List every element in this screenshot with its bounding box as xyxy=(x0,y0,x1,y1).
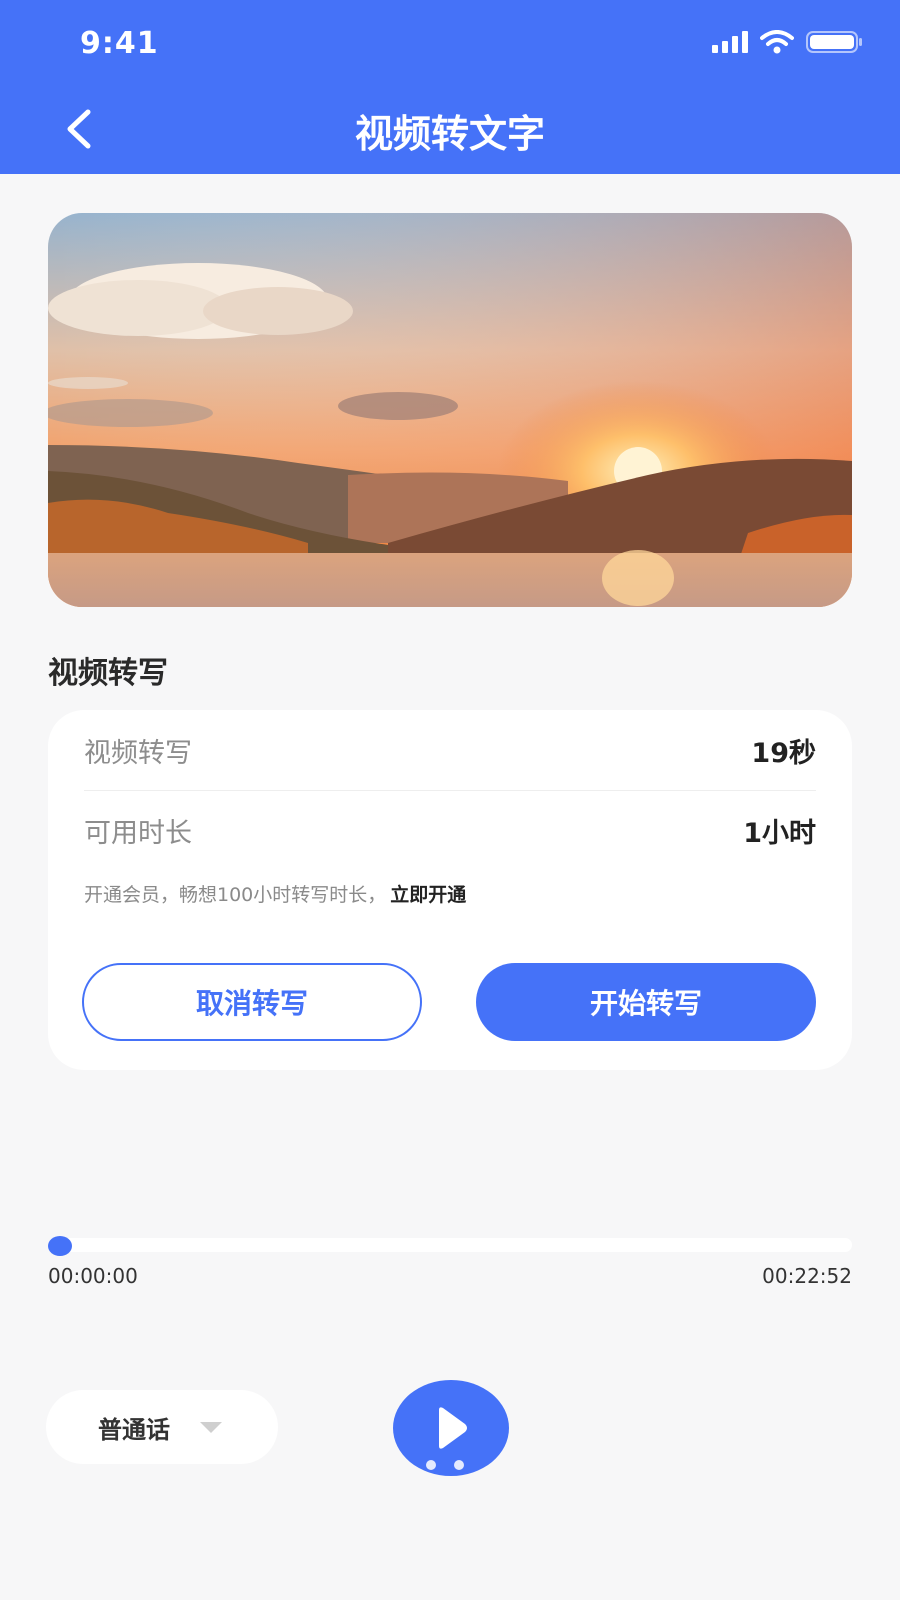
battery-icon xyxy=(806,31,862,53)
promo-text: 开通会员，畅想100小时转写时长， xyxy=(84,884,387,906)
page-title: 视频转文字 xyxy=(354,112,545,156)
page-dot xyxy=(426,1460,436,1470)
wifi-icon xyxy=(760,30,794,54)
available-time-row: 可用时长 1小时 xyxy=(84,790,816,870)
cancel-transcribe-button[interactable]: 取消转写 xyxy=(82,963,422,1041)
start-transcribe-button[interactable]: 开始转写 xyxy=(476,963,816,1041)
page-dot xyxy=(454,1460,464,1470)
status-time: 9:41 xyxy=(80,26,159,61)
transcription-card: 视频转写 19秒 可用时长 1小时 开通会员，畅想100小时转写时长， 立即开通 … xyxy=(48,710,852,1070)
section-title: 视频转写 xyxy=(48,656,168,691)
language-label: 普通话 xyxy=(98,1416,170,1444)
sunset-landscape-image xyxy=(48,213,852,607)
transcribe-duration-row: 视频转写 19秒 xyxy=(84,710,816,791)
progress-track[interactable] xyxy=(48,1238,852,1252)
total-duration: 00:22:52 xyxy=(762,1264,852,1288)
dropdown-caret-icon xyxy=(200,1422,222,1433)
transcribe-label: 视频转写 xyxy=(84,737,192,769)
membership-promo: 开通会员，畅想100小时转写时长， 立即开通 xyxy=(84,880,466,907)
video-thumbnail[interactable] xyxy=(48,213,852,607)
progress-knob[interactable] xyxy=(48,1236,72,1256)
available-time-value: 1小时 xyxy=(743,817,816,849)
activate-now-link[interactable]: 立即开通 xyxy=(390,884,466,906)
app-header: 9:41 视频转文字 xyxy=(0,0,900,174)
available-time-label: 可用时长 xyxy=(84,817,192,849)
language-selector[interactable]: 普通话 xyxy=(46,1390,278,1464)
current-time: 00:00:00 xyxy=(48,1264,138,1288)
signal-icon xyxy=(712,31,748,53)
page-indicator xyxy=(426,1460,464,1470)
status-icons xyxy=(712,30,864,54)
transcribe-duration-value: 19秒 xyxy=(751,737,816,769)
